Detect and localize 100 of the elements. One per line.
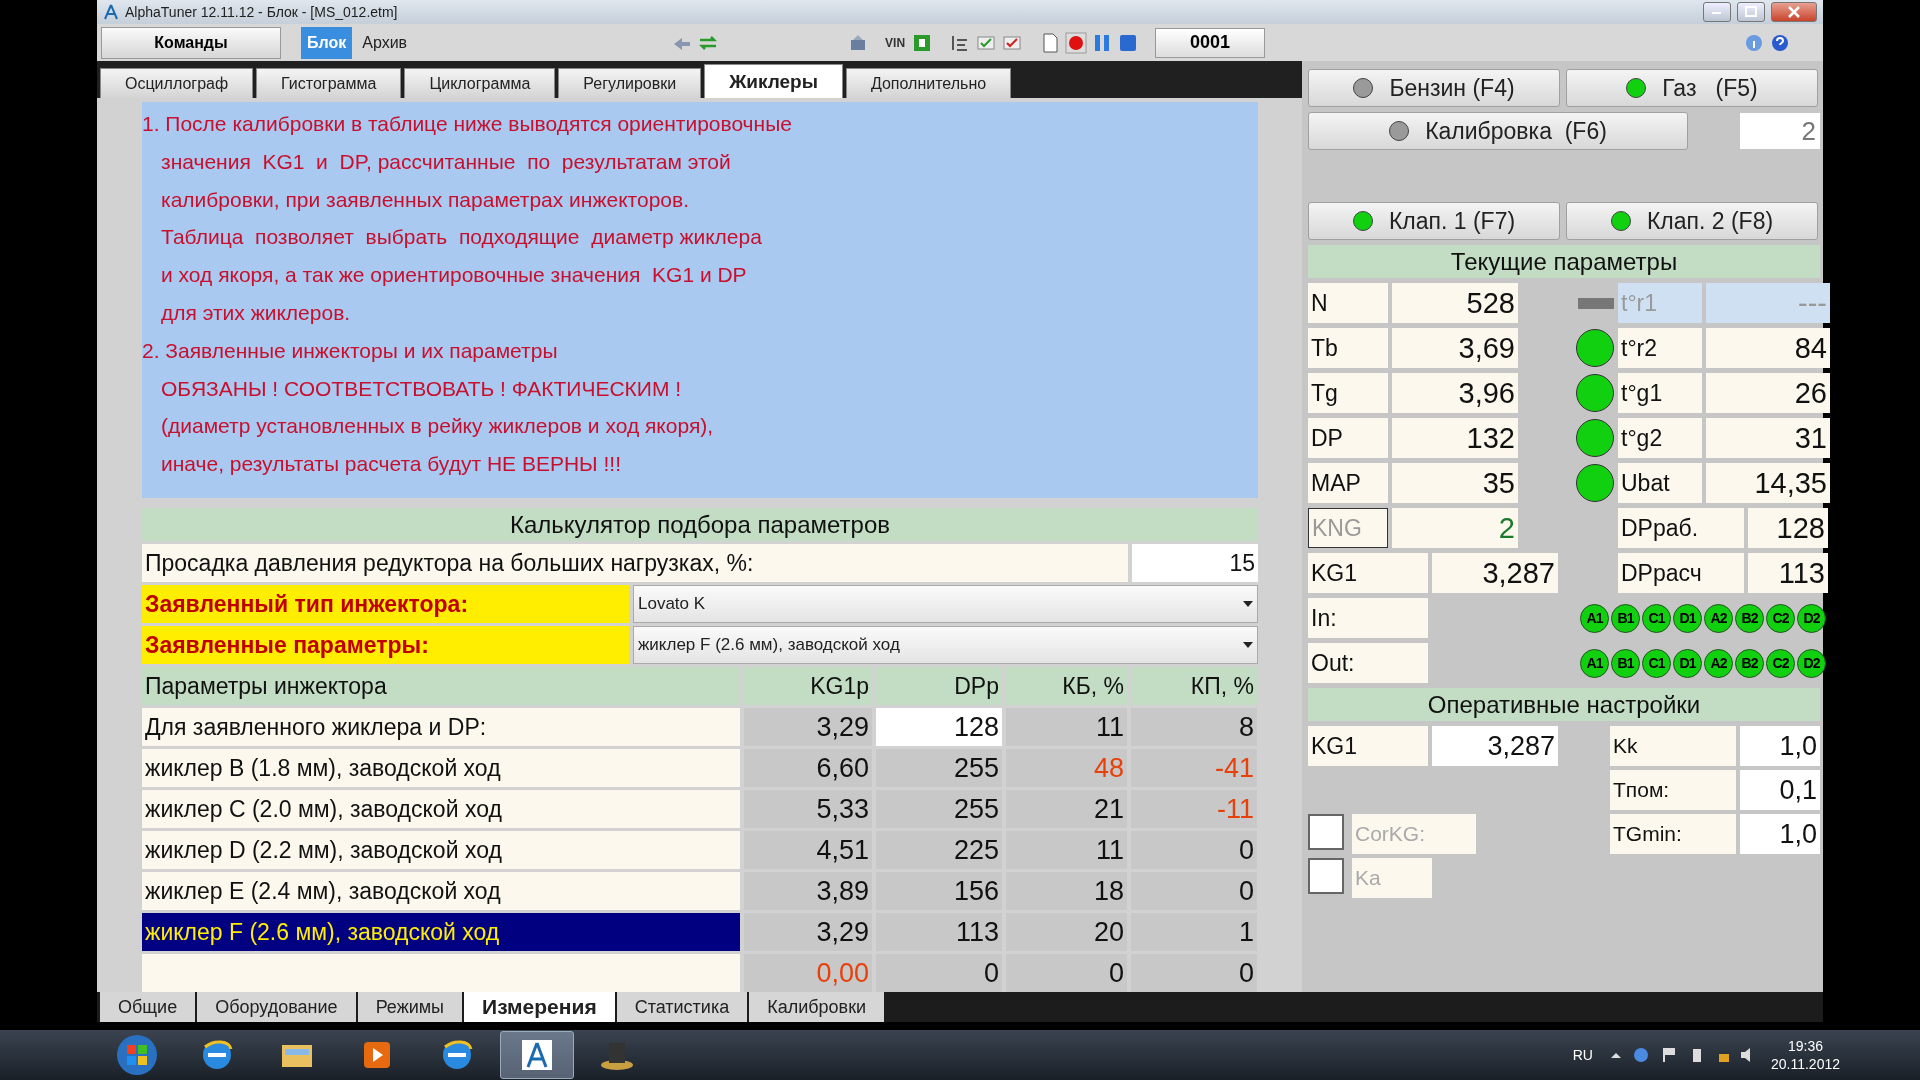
tab[interactable]: Общие: [100, 992, 196, 1022]
param-value: 3,287: [1432, 553, 1558, 593]
tab[interactable]: Режимы: [357, 992, 463, 1022]
tab[interactable]: Дополнительно: [845, 68, 1012, 98]
info-text: значения KG1 и DP, рассчитанные по результатам этой: [160, 148, 732, 175]
checkbox[interactable]: [1308, 814, 1344, 850]
row-label[interactable]: Для заявленного жиклера и DP:: [142, 708, 740, 746]
vin-button[interactable]: VIN: [883, 31, 908, 54]
table-cell: 5,33: [744, 790, 872, 828]
info-text: и ход якоря, а так же ориентировочные значения KG1 и DP: [160, 262, 748, 289]
row-label[interactable]: жиклер B (1.8 мм), заводской ход: [142, 749, 740, 787]
record-icon: [1065, 31, 1088, 54]
param-value: 128: [1748, 508, 1828, 548]
table-cell: 1: [1131, 913, 1257, 951]
value-field[interactable]: 128: [876, 708, 1002, 746]
setting-label: KG1: [1308, 726, 1428, 766]
info-text: калибровки, при заявленных параметрах инжекторов.: [160, 186, 690, 213]
minimize-icon: [1711, 9, 1723, 16]
record-icon-button[interactable]: [1065, 31, 1088, 54]
valve-button[interactable]: Клап. 1 (F7): [1308, 202, 1560, 240]
row-label[interactable]: жиклер E (2.4 мм), заводской ход: [142, 872, 740, 910]
table-cell: 0,00: [744, 954, 872, 992]
column-header: DPp: [876, 667, 1002, 705]
drop-field[interactable]: 15: [1132, 544, 1258, 582]
row-label[interactable]: жиклер C (2.0 мм), заводской ход: [142, 790, 740, 828]
tab[interactable]: Осциллограф: [100, 68, 254, 98]
table-cell: 156: [876, 872, 1002, 910]
minimize-button[interactable]: [1703, 2, 1731, 23]
table-cell: 8: [1131, 708, 1257, 746]
tab[interactable]: Регулировки: [558, 68, 702, 98]
fuel-button[interactable]: Газ (F5): [1566, 69, 1818, 107]
tab[interactable]: Циклограмма: [404, 68, 556, 98]
param-value: 2: [1392, 508, 1518, 548]
table-cell: 0: [1131, 831, 1257, 869]
calculator-title: Калькулятор подбора параметров: [142, 508, 1258, 541]
channel-label: Out:: [1308, 643, 1428, 683]
param-value: 113: [1748, 553, 1828, 593]
tab[interactable]: Жиклеры: [704, 64, 843, 98]
channel-lamp: A1: [1580, 603, 1609, 633]
tuner-icon: [519, 1037, 555, 1073]
checkbox-label: CorKG:: [1352, 814, 1476, 854]
setting-label: TGmin:: [1610, 814, 1736, 854]
commands-button[interactable]: Команды: [101, 26, 281, 59]
help-icon: [1771, 33, 1790, 52]
taskbar-app[interactable]: [500, 1031, 574, 1079]
section-title: Текущие параметры: [1308, 245, 1820, 278]
table-cell: 255: [876, 790, 1002, 828]
channel-lamp: C2: [1766, 603, 1795, 633]
valve-button[interactable]: Клап. 2 (F8): [1566, 202, 1818, 240]
checkbox-label: Ka: [1352, 858, 1432, 898]
setting-field[interactable]: 1,0: [1740, 726, 1820, 766]
table-cell: 0: [876, 954, 1002, 992]
param-label: KNG: [1308, 508, 1388, 548]
mode-tab[interactable]: Архив: [356, 26, 414, 59]
table-cell: 0: [1131, 954, 1257, 992]
table-cell: 21: [1006, 790, 1127, 828]
column-header: Параметры инжектора: [142, 667, 740, 705]
tab[interactable]: Оборудование: [197, 992, 356, 1022]
table-cell: 3,89: [744, 872, 872, 910]
row-label[interactable]: жиклер D (2.2 мм), заводской ход: [142, 831, 740, 869]
app-icon: [103, 4, 119, 21]
row-label[interactable]: жиклер F (2.6 мм), заводской ход: [142, 913, 740, 951]
tab[interactable]: Измерения: [464, 992, 615, 1022]
info-text: ОБЯЗАНЫ ! СООТВЕТСТВОВАТЬ ! ФАКТИЧЕСКИМ !: [160, 375, 683, 402]
start-icon: [115, 1033, 159, 1077]
param-value: 84: [1706, 328, 1830, 368]
info-text: 1. После калибровки в таблице ниже выводятся ориентировочные: [142, 111, 793, 137]
clock-time: 19:36: [1787, 1038, 1823, 1054]
maximize-button[interactable]: [1737, 2, 1765, 23]
setting-field[interactable]: 3,287: [1432, 726, 1558, 766]
dropdown[interactable]: Lovato K: [633, 585, 1258, 623]
setting-field[interactable]: 0,1: [1740, 770, 1820, 810]
setting-label: Kk: [1610, 726, 1736, 766]
info-icon: [1745, 33, 1764, 52]
param-label: DP: [1308, 418, 1388, 458]
close-button[interactable]: [1771, 2, 1817, 23]
tab[interactable]: Калибровки: [749, 992, 885, 1022]
setting-field[interactable]: 1,0: [1740, 814, 1820, 854]
channel-lamp: D1: [1673, 648, 1702, 678]
tab[interactable]: Статистика: [616, 992, 748, 1022]
dropdown[interactable]: жиклер F (2.6 мм), заводской ход: [633, 626, 1258, 664]
checkbox[interactable]: [1308, 858, 1344, 894]
language-indicator[interactable]: RU: [1572, 1047, 1593, 1063]
table-cell: 255: [876, 749, 1002, 787]
fuel-button[interactable]: Бензин (F4): [1308, 69, 1560, 107]
table-cell: 18: [1006, 872, 1127, 910]
param-value: ---: [1706, 283, 1830, 323]
channel-lamp: A2: [1704, 648, 1733, 678]
counter-field: 0001: [1155, 27, 1266, 58]
table-cell: 11: [1006, 708, 1127, 746]
table-cell: -11: [1131, 790, 1257, 828]
clock-date: 20.11.2012: [1770, 1056, 1840, 1072]
table-cell: 0: [1131, 872, 1257, 910]
column-header: КП, %: [1131, 667, 1257, 705]
table-cell: 11: [1006, 831, 1127, 869]
tab[interactable]: Гистограмма: [256, 68, 402, 98]
channel-lamp: A2: [1704, 603, 1733, 633]
channel-lamp: B1: [1611, 603, 1640, 633]
param-label: t°r2: [1618, 328, 1702, 368]
field-label: Заявленные параметры:: [142, 626, 629, 664]
